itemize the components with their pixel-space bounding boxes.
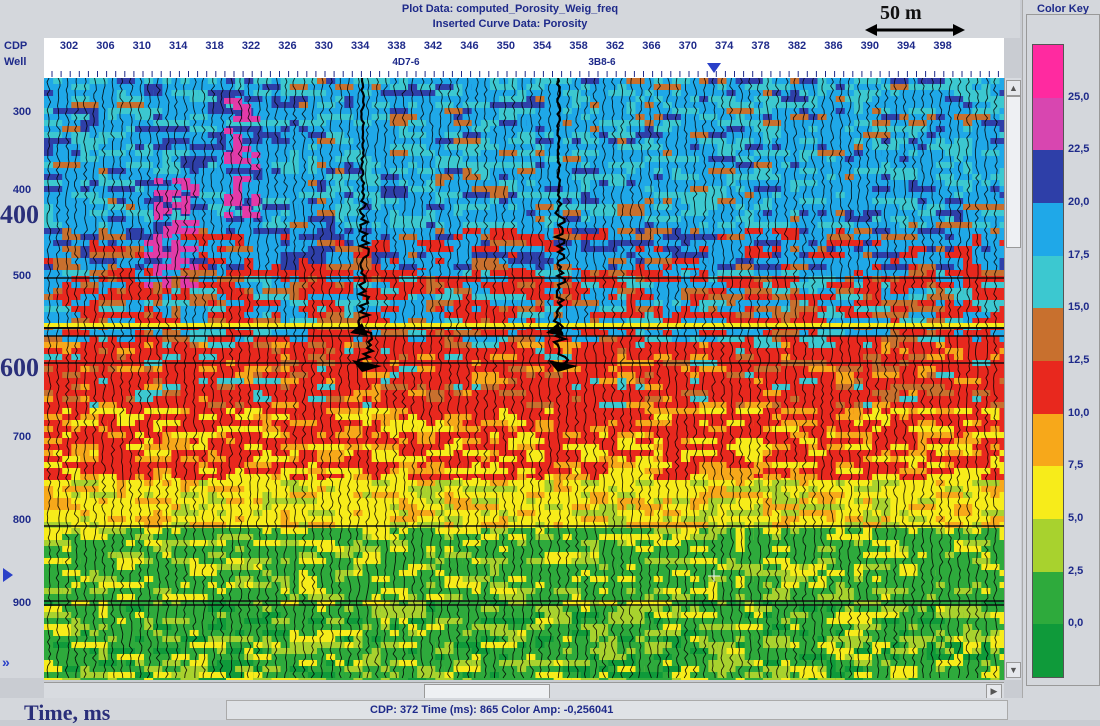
well-name-label: 3B8-6 xyxy=(588,57,615,68)
color-key-value-label: 22,5 xyxy=(1068,143,1089,155)
cdp-cursor-marker-icon[interactable] xyxy=(707,63,721,73)
time-tick-label: 900 xyxy=(0,597,44,609)
cdp-tick-label: 306 xyxy=(96,40,114,52)
color-key-swatch xyxy=(1033,519,1063,572)
color-key-value-label: 0,0 xyxy=(1068,617,1083,629)
vertical-scroll-thumb[interactable] xyxy=(1006,96,1021,248)
scroll-up-icon[interactable]: ▲ xyxy=(1006,80,1021,96)
color-key-swatch xyxy=(1033,572,1063,625)
cdp-tick-label: 350 xyxy=(497,40,515,52)
double-arrow-icon xyxy=(865,24,965,36)
status-box xyxy=(226,700,1008,720)
cdp-tick-label: 362 xyxy=(606,40,624,52)
color-key-swatch xyxy=(1033,624,1063,677)
time-tick-label: 400 xyxy=(0,184,44,196)
scale-label: 50 m xyxy=(880,2,922,25)
time-tick-label: 300 xyxy=(0,106,44,118)
seismic-section-canvas[interactable] xyxy=(44,78,1004,680)
color-key-value-label: 25,0 xyxy=(1068,91,1089,103)
cdp-tick-label: 370 xyxy=(679,40,697,52)
cdp-axis-label: CDP xyxy=(4,40,27,52)
cdp-tick-label: 378 xyxy=(751,40,769,52)
scroll-right-icon[interactable]: ▶ xyxy=(986,684,1002,699)
scroll-down-arrow-icon[interactable]: » xyxy=(2,654,10,670)
cdp-tick-label: 374 xyxy=(715,40,733,52)
time-tick-label: 500 xyxy=(0,270,44,282)
color-key-swatch xyxy=(1033,203,1063,256)
scale-bar: 50 m xyxy=(860,2,970,38)
cdp-tick-label: 394 xyxy=(897,40,915,52)
cdp-tick-label: 334 xyxy=(351,40,369,52)
seismic-porosity-plot[interactable] xyxy=(44,78,1004,680)
color-key-swatch xyxy=(1033,361,1063,414)
color-key-value-label: 10,0 xyxy=(1068,407,1089,419)
horizontal-scroll-thumb[interactable] xyxy=(424,684,550,699)
color-key-swatch xyxy=(1033,150,1063,203)
cdp-tick-label: 382 xyxy=(788,40,806,52)
color-key-swatch xyxy=(1033,414,1063,467)
cdp-tick-label: 358 xyxy=(569,40,587,52)
time-tick-label-large: 400 xyxy=(0,200,39,230)
cdp-tick-label: 354 xyxy=(533,40,551,52)
time-tick-label: 700 xyxy=(0,431,44,443)
cdp-tick-label: 366 xyxy=(642,40,660,52)
time-tick-label-large: 600 xyxy=(0,353,39,383)
color-key-value-label: 20,0 xyxy=(1068,196,1089,208)
cdp-tick-label: 330 xyxy=(315,40,333,52)
color-key-swatch xyxy=(1033,98,1063,151)
color-key-value-label: 12,5 xyxy=(1068,354,1089,366)
color-key-swatch xyxy=(1033,256,1063,309)
time-axis-title: Time, ms xyxy=(24,700,110,726)
color-key-swatch xyxy=(1033,308,1063,361)
cdp-tick-label: 390 xyxy=(861,40,879,52)
cdp-tick-label: 310 xyxy=(133,40,151,52)
well-axis-label: Well xyxy=(4,56,26,68)
horizontal-scrollbar[interactable]: ▶ xyxy=(44,682,1004,699)
cdp-tick-label: 386 xyxy=(824,40,842,52)
color-key-value-label: 5,0 xyxy=(1068,512,1083,524)
scroll-down-icon[interactable]: ▼ xyxy=(1006,662,1021,678)
color-key-swatch xyxy=(1033,45,1063,98)
cdp-tick-label: 342 xyxy=(424,40,442,52)
cdp-tick-label: 322 xyxy=(242,40,260,52)
cdp-tick-label: 326 xyxy=(278,40,296,52)
time-cursor-marker-icon[interactable] xyxy=(3,568,13,582)
vertical-scrollbar[interactable]: ▲ ▼ xyxy=(1004,78,1021,680)
cdp-tick-label: 346 xyxy=(460,40,478,52)
cdp-tick-label: 314 xyxy=(169,40,187,52)
color-key-value-label: 2,5 xyxy=(1068,565,1083,577)
color-key-bar xyxy=(1032,44,1064,678)
color-key-value-label: 17,5 xyxy=(1068,249,1089,261)
cdp-tick-label: 338 xyxy=(387,40,405,52)
well-name-label: 4D7-6 xyxy=(392,57,419,68)
cdp-tick-label: 302 xyxy=(60,40,78,52)
cdp-axis: 302 306 310 314 318 322 326 330 334 338 342 346 350 3… xyxy=(44,38,1004,79)
color-key-value-label: 7,5 xyxy=(1068,459,1083,471)
time-tick-label: 800 xyxy=(0,514,44,526)
color-key-value-label: 15,0 xyxy=(1068,301,1089,313)
cursor-readout: CDP: 372 Time (ms): 865 Color Amp: -0,25… xyxy=(370,704,613,716)
cdp-tick-label: 318 xyxy=(205,40,223,52)
color-key-swatch xyxy=(1033,466,1063,519)
cdp-tick-label: 398 xyxy=(933,40,951,52)
